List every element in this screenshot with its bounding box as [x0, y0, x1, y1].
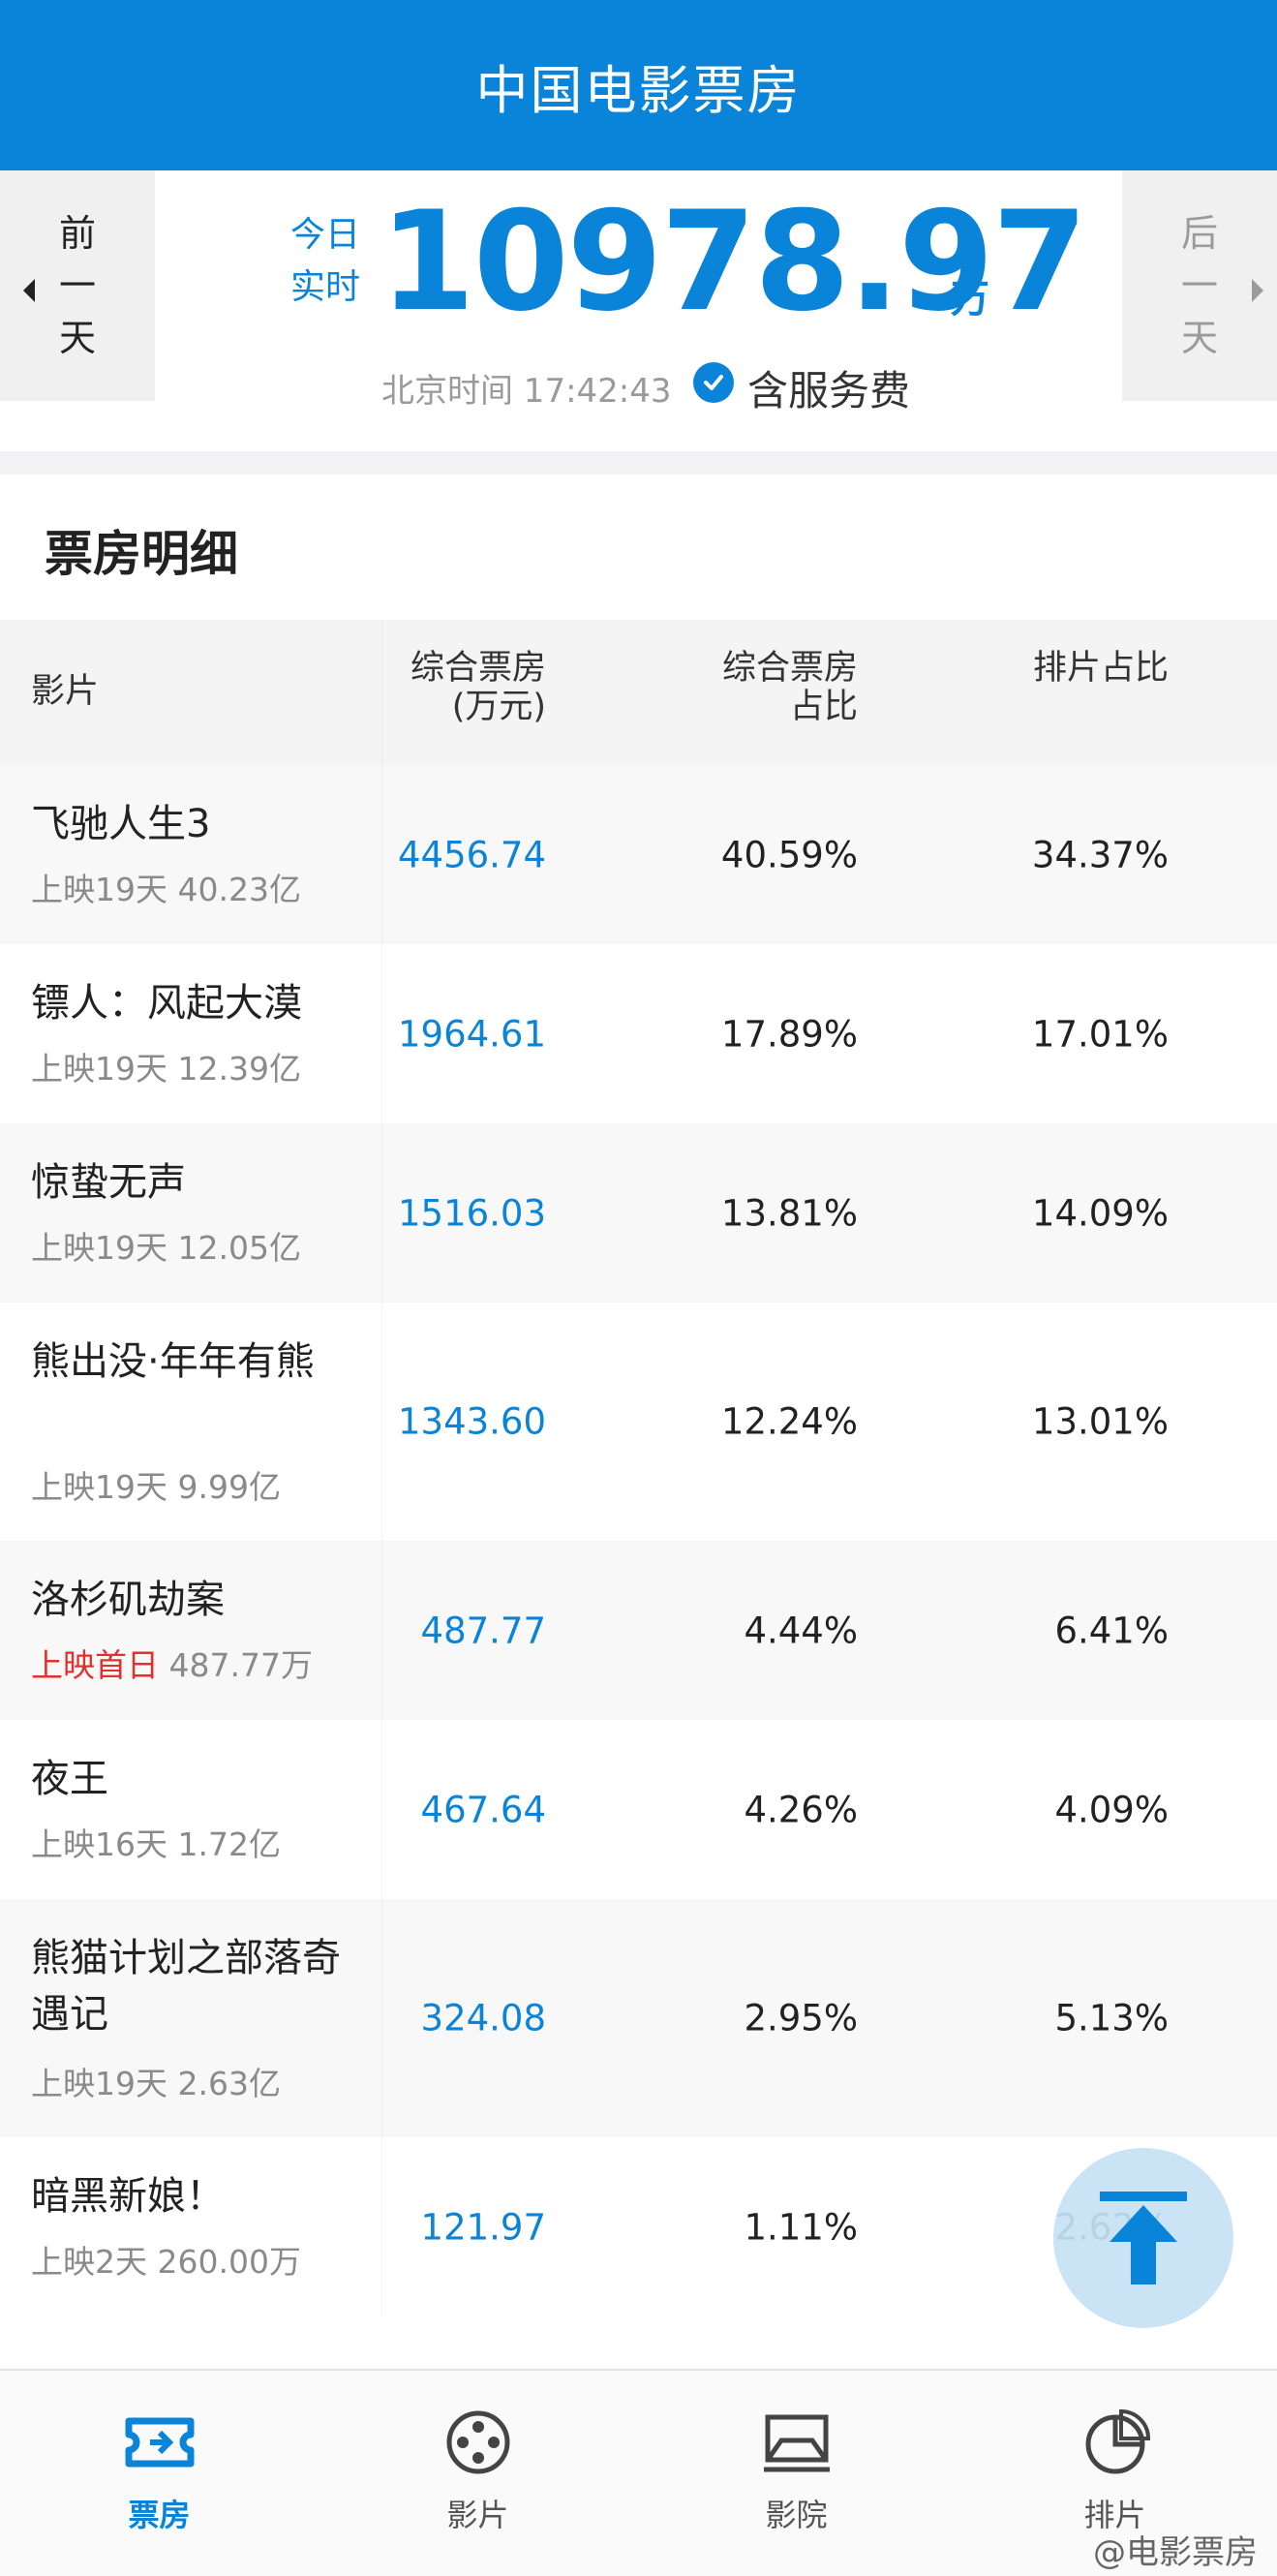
box-office-value: 1964.61 — [397, 1013, 546, 1055]
box-office-summary: 前一天 今日实时 10978.97 万 北京时间 17:42:43 含服务费 后… — [0, 170, 1277, 451]
box-office-detail: 票房明细 影片 综合票房 (万元) 综合票房 占比 排片占比 飞驰人生3 上映19… — [0, 475, 1277, 2369]
total-unit: 万 — [951, 277, 989, 322]
box-office-value: 467.64 — [420, 1789, 546, 1830]
section-title: 票房明细 — [45, 526, 238, 582]
schedule-share-value: 6.41% — [1054, 1610, 1169, 1651]
service-fee-toggle[interactable]: 含服务费 — [747, 358, 910, 417]
schedule-share-value: 4.09% — [1054, 1789, 1169, 1830]
box-office-value: 487.77 — [420, 1610, 546, 1651]
watermark: @电影票房 — [1093, 2533, 1258, 2572]
film-reel-icon — [446, 2410, 509, 2474]
schedule-share-value: 5.13% — [1054, 1997, 1169, 2039]
prev-day-button[interactable]: 前一天 — [0, 170, 155, 401]
box-office-value: 121.97 — [420, 2206, 546, 2248]
box-office-value: 324.08 — [420, 1997, 546, 2039]
box-share-value: 12.24% — [720, 1400, 858, 1443]
table-row[interactable]: 夜王 上映16天 1.72亿 467.64 4.26% 4.09% — [0, 1720, 1277, 1899]
tab-cinemas[interactable]: 影院 — [637, 2371, 956, 2576]
box-share-value: 40.59% — [720, 834, 858, 875]
scroll-to-top-button[interactable] — [1053, 2148, 1233, 2328]
schedule-share-value: 17.01% — [1031, 1013, 1169, 1055]
next-day-label: 后一天 — [1180, 212, 1218, 359]
header-movie: 影片 — [31, 672, 100, 711]
tab-box-office[interactable]: 票房 — [0, 2371, 319, 2576]
box-share-value: 17.89% — [720, 1013, 858, 1055]
table-row[interactable]: 熊出没·年年有熊 上映19天 9.99亿 1343.60 12.24% 13.01% — [0, 1303, 1277, 1541]
arrow-up-icon — [1100, 2192, 1187, 2285]
column-divider — [381, 620, 383, 765]
today-realtime-label: 今日实时 — [289, 215, 360, 307]
checkmark-icon[interactable] — [693, 362, 734, 403]
table-row[interactable]: 镖人：风起大漠 上映19天 12.39亿 1964.61 17.89% 17.01% — [0, 944, 1277, 1123]
box-share-value: 4.26% — [744, 1789, 858, 1830]
table-row[interactable]: 飞驰人生3 上映19天 40.23亿 4456.74 40.59% 34.37% — [0, 765, 1277, 944]
caret-right-icon — [1252, 279, 1263, 302]
box-share-value: 1.11% — [744, 2206, 858, 2248]
header-box-share[interactable]: 综合票房 占比 — [722, 649, 858, 726]
table-row[interactable]: 洛杉矶劫案 上映首日 487.77万 487.77 4.44% 6.41% — [0, 1541, 1277, 1720]
box-office-table: 影片 综合票房 (万元) 综合票房 占比 排片占比 飞驰人生3 上映19天 40.… — [0, 620, 1277, 2316]
page-title: 中国电影票房 — [475, 59, 802, 121]
tab-movies[interactable]: 影片 — [319, 2371, 637, 2576]
app-header: 中国电影票房 — [0, 0, 1277, 170]
box-share-value: 4.44% — [744, 1610, 858, 1651]
box-share-value: 13.81% — [720, 1192, 858, 1234]
box-office-value: 1516.03 — [397, 1192, 546, 1234]
cinema-screen-icon — [763, 2414, 830, 2472]
header-schedule-share[interactable]: 排片占比 — [1033, 649, 1169, 688]
tab-label: 影院 — [765, 2497, 828, 2533]
table-row[interactable]: 熊猫计划之部落奇遇记 上映19天 2.63亿 324.08 2.95% 5.13% — [0, 1899, 1277, 2137]
box-office-value: 1343.60 — [397, 1400, 546, 1443]
tab-label: 影片 — [446, 2497, 509, 2533]
schedule-share-value: 14.09% — [1031, 1192, 1169, 1234]
schedule-share-value: 34.37% — [1031, 834, 1169, 875]
tab-label: 票房 — [128, 2497, 191, 2533]
table-row[interactable]: 惊蛰无声 上映19天 12.05亿 1516.03 13.81% 14.09% — [0, 1123, 1277, 1303]
box-office-value: 4456.74 — [397, 834, 546, 875]
next-day-button[interactable]: 后一天 — [1122, 170, 1277, 401]
caret-left-icon — [23, 279, 35, 302]
schedule-share-value: 13.01% — [1031, 1400, 1169, 1443]
ticket-icon — [125, 2417, 194, 2468]
table-header: 影片 综合票房 (万元) 综合票房 占比 排片占比 — [0, 620, 1277, 765]
box-share-value: 2.95% — [744, 1997, 858, 2039]
prev-day-label: 前一天 — [58, 212, 96, 359]
bottom-tab-bar: 票房 影片 影院 排片 — [0, 2369, 1277, 2576]
beijing-time: 北京时间 17:42:43 — [381, 372, 672, 411]
header-box-office[interactable]: 综合票房 (万元) — [410, 649, 546, 726]
pie-chart-icon — [1085, 2408, 1150, 2474]
